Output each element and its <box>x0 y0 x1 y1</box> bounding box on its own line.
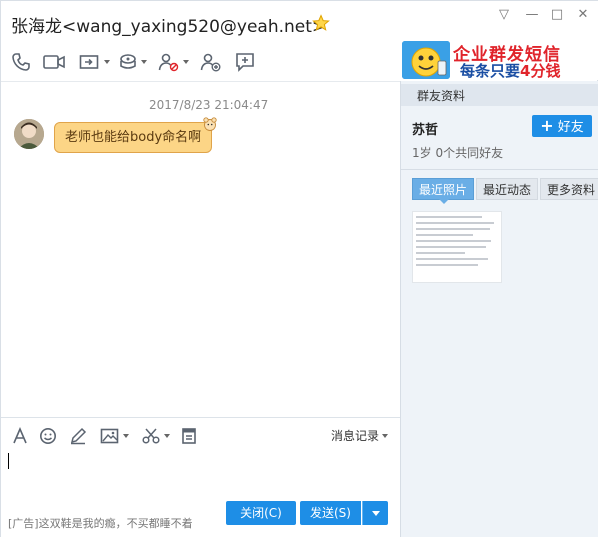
add-friend-toolbar-button[interactable] <box>200 51 222 73</box>
user-add-icon <box>200 53 221 72</box>
file-button[interactable] <box>180 426 198 446</box>
app-center-button[interactable] <box>118 51 147 73</box>
send-options-button[interactable] <box>362 501 388 525</box>
input-toolbar: 消息记录 <box>1 417 400 451</box>
star-icon[interactable] <box>312 14 330 32</box>
plus-icon: + <box>540 116 554 135</box>
member-meta: 1岁 0个共同好友 <box>412 146 504 160</box>
photo-thumbnail[interactable] <box>412 211 502 283</box>
contact-title: 张海龙<wang_yaxing520@yeah.net> <box>11 17 327 37</box>
member-name: 苏哲 <box>412 123 439 138</box>
bottom-bar: [广告]这双鞋是我的瘾，不买都睡不着 关闭(C) 发送(S) <box>1 496 400 537</box>
ad-mascot-icon <box>402 41 450 79</box>
message-area[interactable]: 2017/8/23 21:04:47 老师也能给body命名啊 <box>1 81 400 417</box>
close-window-button[interactable]: ✕ <box>572 5 594 25</box>
message-input[interactable] <box>1 450 400 496</box>
add-message-button[interactable] <box>235 51 255 73</box>
chevron-down-icon <box>372 511 380 516</box>
panel-tabs: 最近照片 最近动态 更多资料 <box>412 178 598 204</box>
maximize-button[interactable]: □ <box>546 5 568 25</box>
voice-call-button[interactable] <box>11 51 31 73</box>
chat-window: 张海龙<wang_yaxing520@yeah.net> ▽ — □ ✕ 企业群… <box>0 0 598 537</box>
tab-more-info[interactable]: 更多资料 <box>540 178 598 200</box>
tab-recent-photos[interactable]: 最近照片 <box>412 178 475 204</box>
send-button[interactable]: 发送(S) <box>300 501 361 525</box>
handwriting-button[interactable] <box>69 426 87 446</box>
screen-share-icon <box>79 55 99 69</box>
title-bar: 张海龙<wang_yaxing520@yeah.net> ▽ — □ ✕ <box>1 1 598 41</box>
panel-title: 群友资料 <box>417 89 466 103</box>
message-timestamp: 2017/8/23 21:04:47 <box>149 98 269 112</box>
font-button[interactable] <box>11 426 29 446</box>
minimize-button[interactable]: — <box>521 5 543 25</box>
text-cursor <box>8 453 9 469</box>
message-history-label: 消息记录 <box>331 429 380 443</box>
image-icon <box>100 428 119 444</box>
remote-desktop-button[interactable] <box>79 51 110 73</box>
divider <box>401 169 598 170</box>
video-call-button[interactable] <box>43 51 65 73</box>
block-user-button[interactable] <box>158 51 189 73</box>
chevron-down-icon <box>382 433 389 438</box>
chat-add-icon <box>236 53 254 72</box>
bubble-sticker-icon <box>203 117 217 131</box>
user-block-icon <box>158 53 179 72</box>
panel-header: 群友资料 <box>401 84 598 106</box>
screenshot-button[interactable] <box>141 426 170 446</box>
ad-subline: 每条只要4分钱 <box>460 60 560 81</box>
add-friend-button[interactable]: + 好友 <box>532 115 592 137</box>
ad-subline-highlight: 4分钱 <box>520 62 561 80</box>
ad-text-link[interactable]: [广告]这双鞋是我的瘾，不买都睡不着 <box>8 515 193 531</box>
emoji-icon <box>40 428 56 444</box>
member-info-panel: 群友资料 苏哲 + 好友 1岁 0个共同好友 最近照片 最近动态 更多资料 <box>400 81 598 537</box>
app-icon <box>120 54 136 69</box>
pen-icon <box>70 427 87 445</box>
emoji-button[interactable] <box>39 426 57 446</box>
message-bubble[interactable]: 老师也能给body命名啊 <box>54 122 213 153</box>
scissors-icon <box>142 428 160 444</box>
camera-icon <box>43 55 65 69</box>
ad-subline-prefix: 每条只要 <box>460 62 521 80</box>
phone-icon <box>12 53 30 71</box>
image-button[interactable] <box>100 426 129 446</box>
close-button[interactable]: 关闭(C) <box>226 501 296 525</box>
file-icon <box>182 428 196 444</box>
message-history-button[interactable]: 消息记录 <box>331 427 389 444</box>
avatar[interactable] <box>14 119 44 149</box>
tab-recent-activity[interactable]: 最近动态 <box>476 178 539 200</box>
ad-banner[interactable]: 企业群发短信 每条只要4分钱 <box>400 40 598 80</box>
add-friend-label: 好友 <box>557 120 584 135</box>
font-icon <box>13 427 27 444</box>
window-menu-button[interactable]: ▽ <box>493 5 515 25</box>
chat-toolbar <box>1 45 401 79</box>
